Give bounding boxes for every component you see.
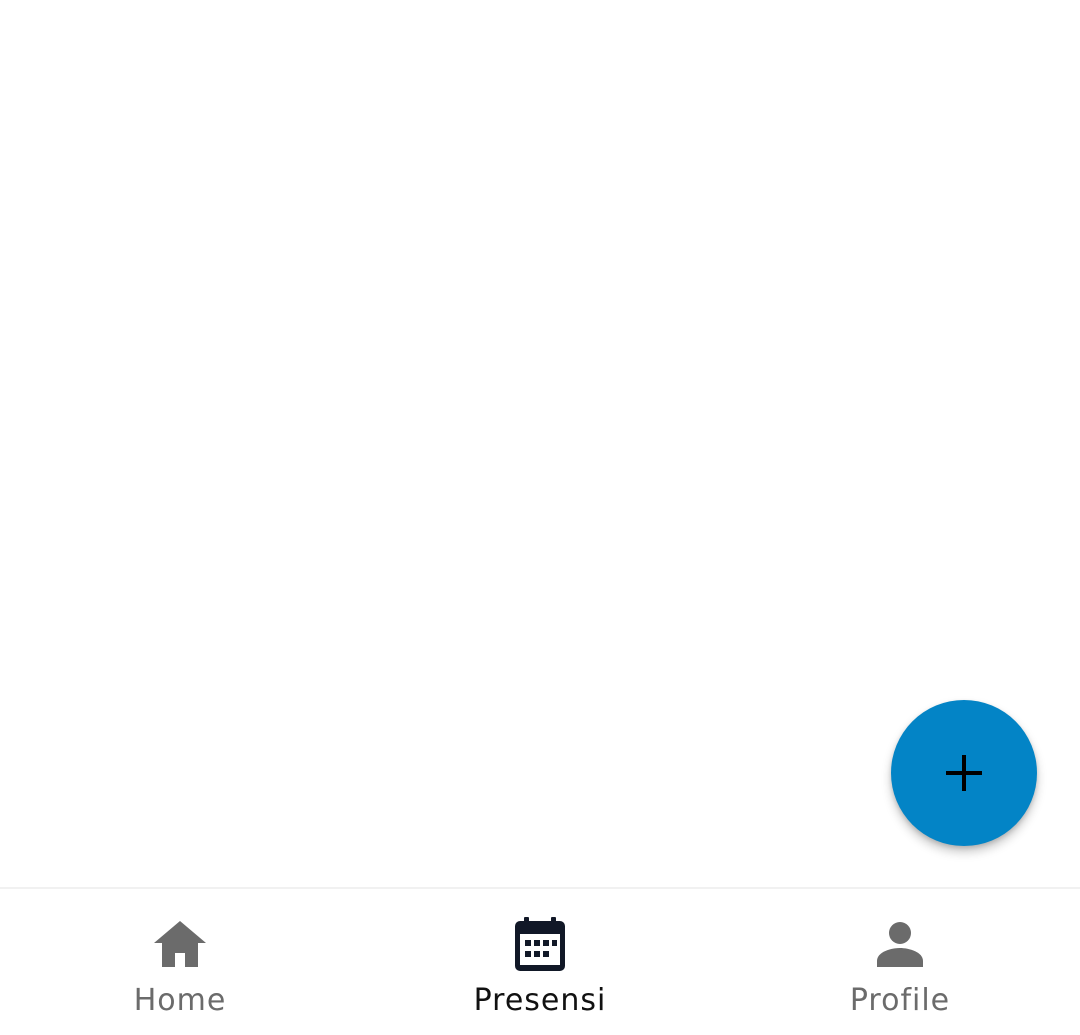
calendar-icon (512, 916, 568, 972)
nav-item-profile[interactable]: Profile (720, 889, 1080, 1035)
plus-icon (944, 753, 984, 793)
bottom-navigation-bar: Home Presensi Profile (0, 887, 1080, 1035)
nav-label-home: Home (133, 983, 227, 1018)
person-icon (872, 916, 928, 972)
add-fab-button[interactable] (891, 700, 1037, 846)
app-screen: Home Presensi Profile (0, 0, 1080, 1035)
nav-label-presensi: Presensi (473, 983, 607, 1018)
nav-label-profile: Profile (849, 983, 951, 1018)
home-icon (152, 916, 208, 972)
nav-item-presensi[interactable]: Presensi (360, 889, 720, 1035)
nav-item-home[interactable]: Home (0, 889, 360, 1035)
